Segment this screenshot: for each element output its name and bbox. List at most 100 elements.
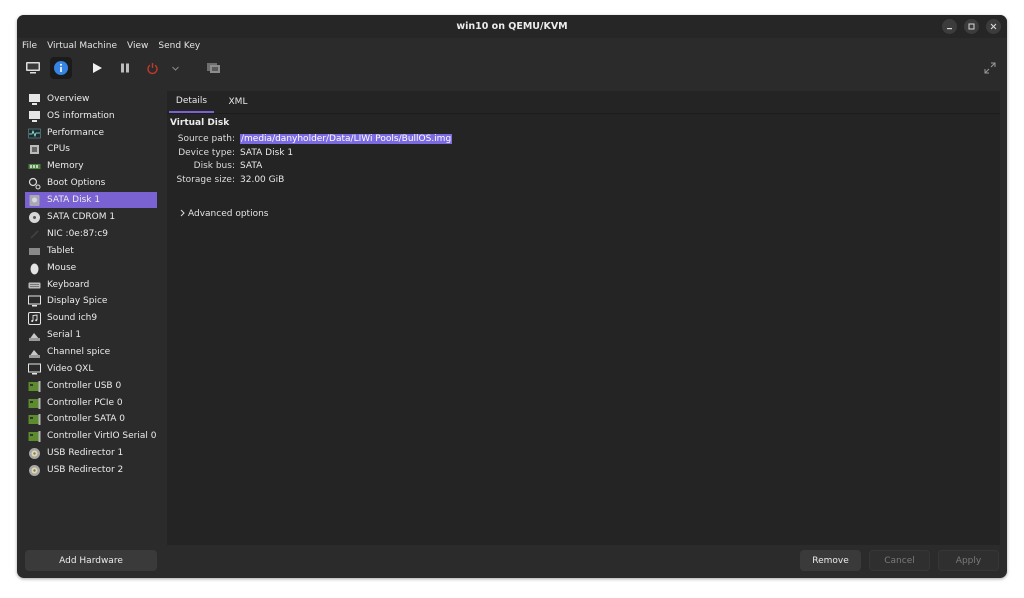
sidebar-item-controller-usb-0[interactable]: Controller USB 0 xyxy=(25,378,157,394)
disk-bus-row: Disk bus: SATA xyxy=(167,159,263,172)
snapshots-button[interactable] xyxy=(202,57,224,79)
controller-icon xyxy=(28,397,41,410)
memory-icon xyxy=(28,160,41,173)
display-icon xyxy=(28,295,41,308)
os-info-icon xyxy=(28,110,41,123)
controller-icon xyxy=(28,413,41,426)
menu-send-key[interactable]: Send Key xyxy=(153,41,205,51)
disk-bus-label: Disk bus: xyxy=(193,160,235,171)
remove-button[interactable]: Remove xyxy=(800,550,861,571)
video-icon xyxy=(28,363,41,376)
details-tabs: Details XML xyxy=(167,91,1000,114)
disk-icon xyxy=(28,194,41,207)
chevron-down-icon xyxy=(171,66,179,71)
run-button[interactable] xyxy=(86,57,108,79)
sidebar-item-channel-spice[interactable]: Channel spice xyxy=(25,344,157,360)
add-hardware-button[interactable]: Add Hardware xyxy=(25,550,157,571)
sidebar-item-serial-1[interactable]: Serial 1 xyxy=(25,327,157,343)
toolbar xyxy=(17,55,1007,81)
snapshot-icon xyxy=(206,63,220,73)
fullscreen-button[interactable] xyxy=(979,57,1001,79)
storage-size-row: Storage size: 32.00 GiB xyxy=(167,173,284,186)
controller-icon xyxy=(28,380,41,393)
shutdown-menu-button[interactable] xyxy=(168,57,182,79)
monitor-icon xyxy=(26,62,40,74)
sidebar-item-mouse[interactable]: Mouse xyxy=(25,260,157,276)
menu-bar: File Virtual Machine View Send Key xyxy=(17,38,1007,54)
info-icon xyxy=(54,61,68,75)
sidebar-item-controller-pcie-0[interactable]: Controller PCIe 0 xyxy=(25,395,157,411)
tablet-icon xyxy=(28,245,41,258)
sidebar-item-usb-redirector-1[interactable]: USB Redirector 1 xyxy=(25,445,157,461)
boot-options-icon xyxy=(28,177,41,190)
device-type-value: SATA Disk 1 xyxy=(240,147,294,158)
section-title: Virtual Disk xyxy=(170,118,230,128)
window-controls xyxy=(942,19,1001,34)
cdrom-icon xyxy=(28,211,41,224)
play-icon xyxy=(93,63,102,73)
overview-icon xyxy=(28,93,41,106)
pause-icon xyxy=(121,63,129,73)
usb-redirector-icon xyxy=(28,447,41,460)
pause-button[interactable] xyxy=(114,57,136,79)
sidebar-item-video-qxl[interactable]: Video QXL xyxy=(25,361,157,377)
sidebar-item-sound-ich9[interactable]: Sound ich9 xyxy=(25,310,157,326)
device-type-label: Device type: xyxy=(178,147,235,158)
sidebar-item-display-spice[interactable]: Display Spice xyxy=(25,293,157,309)
sidebar-item-controller-virtio-serial-0[interactable]: Controller VirtIO Serial 0 xyxy=(25,428,157,444)
details-panel: Details XML Virtual Disk Source path: /m… xyxy=(167,91,1000,545)
fullscreen-icon xyxy=(984,62,996,74)
storage-size-value: 32.00 GiB xyxy=(240,174,285,185)
cancel-button[interactable]: Cancel xyxy=(869,550,930,571)
advanced-options-expander[interactable]: Advanced options xyxy=(179,209,268,219)
sidebar-item-memory[interactable]: Memory xyxy=(25,158,157,174)
close-icon xyxy=(990,23,997,30)
minimize-button[interactable] xyxy=(942,19,957,34)
mouse-icon xyxy=(28,262,41,275)
maximize-icon xyxy=(968,23,975,30)
sound-icon xyxy=(28,311,41,325)
source-path-value[interactable]: /media/danyholder/Data/LIWi Pools/BullOS… xyxy=(240,133,453,144)
sidebar-item-nic[interactable]: NIC :0e:87:c9 xyxy=(25,226,157,242)
details-button[interactable] xyxy=(50,57,72,79)
tab-xml[interactable]: XML xyxy=(221,91,255,113)
device-type-row: Device type: SATA Disk 1 xyxy=(167,146,293,159)
title-bar: win10 on QEMU/KVM xyxy=(17,15,1007,38)
window-title: win10 on QEMU/KVM xyxy=(456,21,568,32)
sidebar-item-sata-disk-1[interactable]: SATA Disk 1 xyxy=(25,192,157,208)
console-button[interactable] xyxy=(22,57,44,79)
close-button[interactable] xyxy=(986,19,1001,34)
cpu-icon xyxy=(28,143,41,156)
chevron-right-icon xyxy=(180,209,185,217)
sidebar-item-os-information[interactable]: OS information xyxy=(25,108,157,124)
menu-view[interactable]: View xyxy=(122,41,153,51)
serial-icon xyxy=(28,329,41,342)
source-path-row: Source path: /media/danyholder/Data/LIWi… xyxy=(167,132,453,145)
performance-icon xyxy=(28,127,41,140)
shutdown-button[interactable] xyxy=(141,57,163,79)
hardware-list: Overview OS information Performance CPUs… xyxy=(25,91,157,545)
sidebar-item-overview[interactable]: Overview xyxy=(25,91,157,107)
menu-virtual-machine[interactable]: Virtual Machine xyxy=(42,41,122,51)
apply-button[interactable]: Apply xyxy=(938,550,999,571)
source-path-label: Source path: xyxy=(177,133,235,144)
channel-icon xyxy=(28,346,41,359)
sidebar-item-performance[interactable]: Performance xyxy=(25,125,157,141)
vm-details-window: win10 on QEMU/KVM File Virtual Machine V… xyxy=(17,15,1007,578)
storage-size-label: Storage size: xyxy=(176,174,235,185)
sidebar-item-keyboard[interactable]: Keyboard xyxy=(25,277,157,293)
maximize-button[interactable] xyxy=(964,19,979,34)
nic-icon xyxy=(28,228,41,241)
minimize-icon xyxy=(947,28,952,30)
sidebar-item-controller-sata-0[interactable]: Controller SATA 0 xyxy=(25,411,157,427)
menu-file[interactable]: File xyxy=(17,41,42,51)
sidebar-item-sata-cdrom-1[interactable]: SATA CDROM 1 xyxy=(25,209,157,225)
advanced-options-label: Advanced options xyxy=(188,209,269,219)
sidebar-item-tablet[interactable]: Tablet xyxy=(25,243,157,259)
sidebar-item-cpus[interactable]: CPUs xyxy=(25,141,157,157)
controller-icon xyxy=(28,430,41,443)
sidebar-item-boot-options[interactable]: Boot Options xyxy=(25,175,157,191)
disk-bus-value: SATA xyxy=(240,160,263,171)
sidebar-item-usb-redirector-2[interactable]: USB Redirector 2 xyxy=(25,462,157,478)
tab-details[interactable]: Details xyxy=(169,91,214,113)
